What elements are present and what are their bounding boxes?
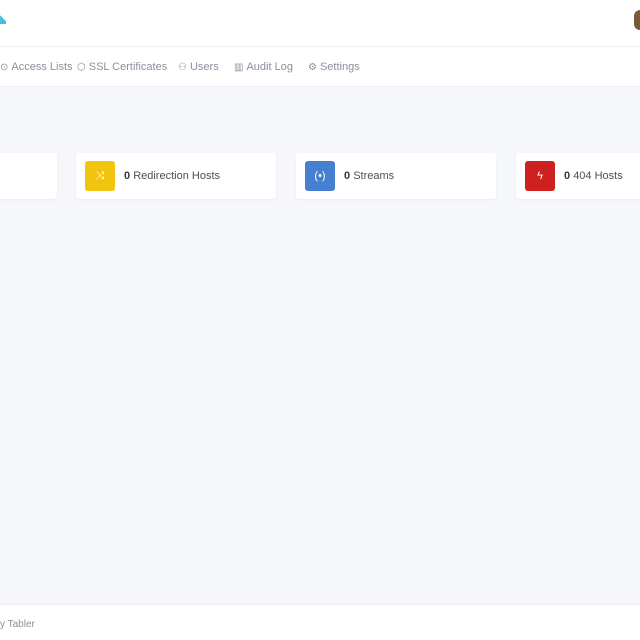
card-label: Redirection Hosts (133, 170, 221, 182)
settings-icon: ⚙ (308, 61, 317, 73)
users-icon: ⚇ (178, 61, 187, 73)
nav-label: Settings (319, 61, 360, 73)
nav-bar: ⊙ Access Lists ⬡ SSL Certificates ⚇ Users ▥… (0, 47, 640, 87)
lock-icon: ⊙ (0, 61, 9, 73)
card-count: 0 (344, 170, 351, 182)
nav-ssl-certificates[interactable]: ⬡ SSL Certificates (77, 61, 167, 73)
zap-off-icon: ϟ (525, 161, 555, 191)
shuffle-icon: ⤨ (85, 161, 115, 191)
redirection-hosts-card[interactable]: ⤨ 0 Redirection Hosts (76, 153, 276, 199)
nav-audit-log[interactable]: ▥ Audit Log (234, 61, 293, 73)
nav-users[interactable]: ⚇ Users (178, 61, 219, 73)
nav-settings[interactable]: ⚙ Settings (308, 61, 360, 73)
card-label: Streams (353, 170, 395, 182)
footer-credit: y Tabler (0, 619, 35, 630)
nav-label: Users (189, 61, 219, 73)
proxy-hosts-card[interactable] (0, 153, 57, 199)
card-count: 0 (564, 170, 571, 182)
book-icon: ▥ (234, 61, 244, 73)
card-count: 0 (124, 170, 131, 182)
header: ◣ (0, 0, 640, 47)
nav-label: SSL Certificates (88, 61, 168, 73)
streams-card[interactable]: (•) 0 Streams (296, 153, 496, 199)
nav-label: Access Lists (11, 61, 73, 73)
logo-icon[interactable]: ◣ (0, 14, 6, 24)
shield-icon: ⬡ (77, 61, 86, 73)
404-hosts-card[interactable]: ϟ 0 404 Hosts (516, 153, 640, 199)
nav-label: Audit Log (246, 61, 293, 73)
footer: y Tabler (0, 604, 640, 640)
nav-access-lists[interactable]: ⊙ Access Lists (0, 61, 73, 73)
avatar[interactable] (634, 10, 640, 30)
card-label: 404 Hosts (573, 170, 623, 182)
radio-icon: (•) (305, 161, 335, 191)
